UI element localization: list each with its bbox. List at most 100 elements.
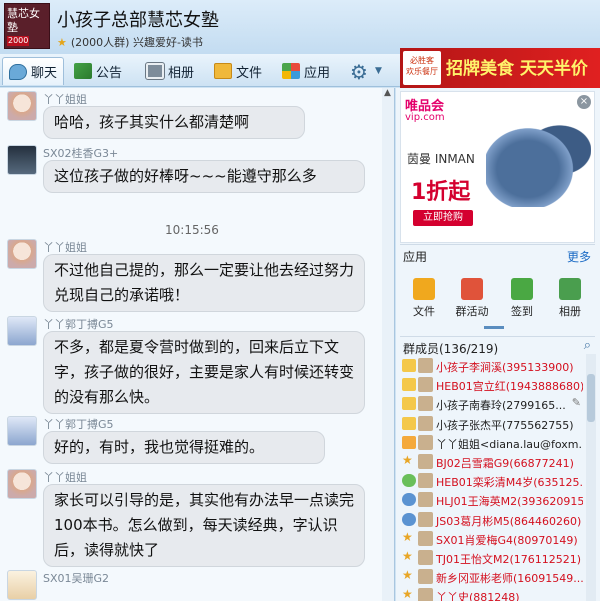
apps-more-link[interactable]: 更多 xyxy=(567,248,591,265)
member-name: 丫丫史(881248) xyxy=(436,591,520,601)
scroll-up-icon[interactable]: ▲ xyxy=(384,88,391,98)
tab-chat[interactable]: 聊天 xyxy=(2,57,65,85)
tab-apps[interactable]: 应用 xyxy=(276,57,336,85)
member-row[interactable]: 丫丫姐姐<diana.lau@foxm... xyxy=(400,433,583,452)
avatar xyxy=(418,358,433,373)
member-name: HLJ01王海英M2(393620915) xyxy=(436,495,583,509)
message-bubble: 不多，都是夏令营时做到的，回来后立下文字，孩子做的很好，主要是家人有时候还转变的… xyxy=(43,331,365,414)
ad-discount: 1折起 xyxy=(411,180,471,205)
ad-buy-button[interactable]: 立即抢购 xyxy=(413,210,473,226)
member-row[interactable]: ★ TJ01王怡文M2(176112521) xyxy=(400,548,583,567)
avatar xyxy=(418,492,433,508)
app-album[interactable]: 相册 xyxy=(550,278,590,319)
group-subtitle-text: (2000人群) 兴趣爱好-读书 xyxy=(70,36,203,49)
member-name: 小孩子张杰平(775562755) xyxy=(436,418,574,432)
member-name: SX01肖爱梅G4(80970149) xyxy=(436,533,578,547)
message-timestamp: 10:15:56 xyxy=(165,223,219,237)
group-avatar[interactable]: 慧芯女塾 2000 xyxy=(4,3,50,49)
app-group-activity[interactable]: 群活动 xyxy=(452,278,492,319)
tab-announcement[interactable]: 公告 xyxy=(68,57,128,85)
avatar[interactable] xyxy=(7,316,37,346)
member-row[interactable]: HEB01宫立红(1943888680) xyxy=(400,375,583,394)
member-name: 丫丫姐姐<diana.lau@foxm... xyxy=(436,437,583,451)
message-sender[interactable]: 丫丫姐姐 xyxy=(43,91,87,107)
pizza-logo: 必胜客 欢乐餐厅 xyxy=(403,51,441,85)
checkmark-icon xyxy=(511,278,533,300)
avatar xyxy=(418,454,433,469)
avatar[interactable] xyxy=(7,416,37,446)
avatar[interactable] xyxy=(7,239,37,269)
member-row[interactable]: ★ 新乡冈亚彬老师(16091549... xyxy=(400,567,583,586)
banner-logo-sub: 欢乐餐厅 xyxy=(406,67,438,76)
message-bubble: 这位孩子做的好棒呀~~~能遵守那么多 xyxy=(43,160,365,193)
member-name: JS03葛月彬M5(864460260) xyxy=(436,514,582,528)
member-name: 小孩子南春玲(2799165... xyxy=(436,399,566,413)
message-sender[interactable]: SX01吴珊G2 xyxy=(43,570,109,586)
member-role-icon xyxy=(402,493,416,507)
tab-album[interactable]: 相册 xyxy=(140,57,200,85)
message-sender[interactable]: SX02桂香G3+ xyxy=(43,145,118,161)
member-row[interactable]: ★ 丫丫史(881248) xyxy=(400,586,583,601)
member-name: 新乡冈亚彬老师(16091549... xyxy=(436,572,583,586)
tab-album-label: 相册 xyxy=(168,65,195,81)
app-files[interactable]: 文件 xyxy=(404,278,444,319)
avatar xyxy=(418,511,433,527)
star-icon: ★ xyxy=(402,529,413,544)
member-row[interactable]: ★ BJ02吕雪霜G9(66877241) xyxy=(400,452,583,471)
avatar xyxy=(418,377,433,393)
star-icon: ★ xyxy=(402,453,413,467)
vip-ad[interactable]: 唯品会 vip.com × 茵曼 INMAN 1折起 立即抢购 xyxy=(400,91,595,243)
tab-files[interactable]: 文件 xyxy=(208,57,268,85)
gear-icon[interactable]: ⚙ xyxy=(350,60,368,84)
member-role-icon xyxy=(402,474,416,488)
chat-area[interactable]: 丫丫姐姐 哈哈，孩子其实什么都清楚啊 SX02桂香G3+ 这位孩子做的好棒呀~~… xyxy=(0,88,395,601)
tab-chat-label: 聊天 xyxy=(31,66,58,81)
message-sender[interactable]: 丫丫姐姐 xyxy=(43,469,87,485)
member-row[interactable]: 小孩子南春玲(2799165... ✎ xyxy=(400,394,583,413)
message-bubble: 不过他自己提的，那么一定要让他去经过努力兑现自己的承诺哦！ xyxy=(43,254,365,312)
member-name: HEB01栾彩清M4岁(635125... xyxy=(436,476,583,490)
apps-title: 应用 xyxy=(403,250,428,264)
group-subtitle: ★ (2000人群) 兴趣爱好-读书 xyxy=(57,34,203,50)
member-row[interactable]: HLJ01王海英M2(393620915) xyxy=(400,490,583,509)
member-role-icon xyxy=(402,378,416,392)
avatar xyxy=(418,588,433,601)
megaphone-icon xyxy=(74,63,92,79)
member-row[interactable]: 小孩子李涧溪(395133900) xyxy=(400,356,583,375)
app-checkin[interactable]: 签到 xyxy=(502,278,542,319)
member-role-icon xyxy=(402,435,416,449)
scroll-thumb[interactable] xyxy=(587,374,595,422)
close-icon[interactable]: × xyxy=(577,95,591,109)
tab-apps-label: 应用 xyxy=(304,65,331,81)
folder-icon xyxy=(214,63,232,79)
member-row[interactable]: ★ SX01肖爱梅G4(80970149) xyxy=(400,529,583,548)
avatar xyxy=(418,396,433,412)
member-role-icon xyxy=(402,416,416,430)
message-sender[interactable]: 丫丫郭丁搏G5 xyxy=(43,416,114,432)
message-sender[interactable]: 丫丫姐姐 xyxy=(43,239,87,255)
chat-scrollbar[interactable]: ▲ xyxy=(382,88,394,601)
photo-icon xyxy=(559,278,581,300)
message-sender[interactable]: 丫丫郭丁搏G5 xyxy=(43,316,114,332)
member-name: BJ02吕雪霜G9(66877241) xyxy=(436,457,574,470)
tab-announcement-label: 公告 xyxy=(96,65,123,81)
search-icon[interactable]: ⌕ xyxy=(584,338,591,353)
avatar[interactable] xyxy=(7,145,37,175)
avatar xyxy=(418,530,433,546)
chevron-down-icon[interactable]: ▼ xyxy=(375,66,382,76)
avatar[interactable] xyxy=(7,91,37,121)
ad-site: vip.com xyxy=(405,112,445,123)
avatar[interactable] xyxy=(7,469,37,499)
avatar[interactable] xyxy=(7,570,37,600)
member-row[interactable]: HEB01栾彩清M4岁(635125... xyxy=(400,471,583,490)
banner-logo-text: 必胜客 xyxy=(410,56,434,65)
flag-icon xyxy=(461,278,483,300)
app-activity-label: 群活动 xyxy=(455,305,489,318)
group-logo-tag: 2000 xyxy=(7,36,30,46)
banner-ad[interactable]: 必胜客 欢乐餐厅 招牌美食 天天半价 xyxy=(400,48,600,88)
member-scrollbar[interactable] xyxy=(586,354,596,601)
edit-icon[interactable]: ✎ xyxy=(572,396,581,409)
member-row[interactable]: JS03葛月彬M5(864460260) xyxy=(400,510,583,529)
member-name: 小孩子李涧溪(395133900) xyxy=(436,361,574,374)
member-row[interactable]: 小孩子张杰平(775562755) xyxy=(400,414,583,433)
